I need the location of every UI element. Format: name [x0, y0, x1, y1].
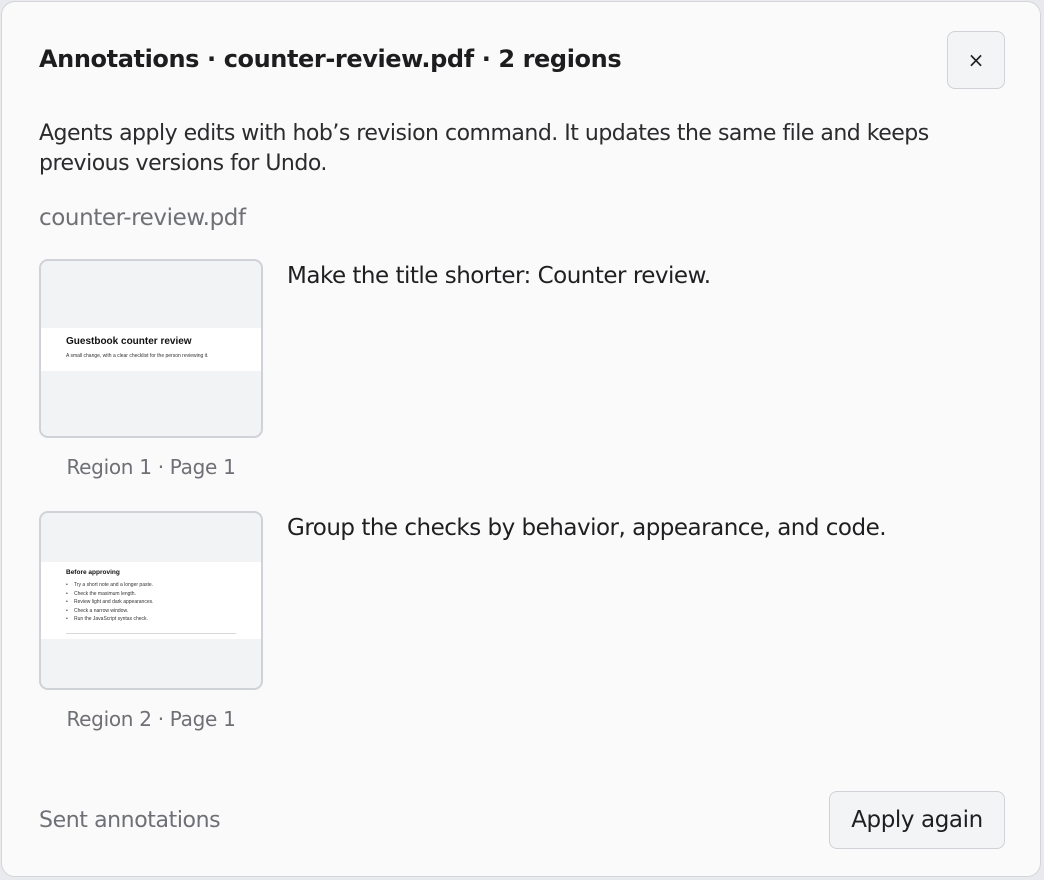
divider [66, 633, 236, 634]
close-icon: × [967, 48, 985, 72]
close-button[interactable]: × [947, 31, 1005, 89]
region-thumbnail[interactable]: Before approving Try a short note and a … [39, 511, 263, 690]
dialog-title: Annotations · counter-review.pdf · 2 reg… [39, 45, 622, 73]
region-comment: Group the checks by behavior, appearance… [287, 515, 887, 541]
checklist-item: Run the JavaScript syntax check. [66, 615, 154, 624]
region-caption: Region 1 · Page 1 [66, 455, 236, 479]
thumbnail-checklist: Try a short note and a longer paste. Che… [66, 581, 154, 624]
dialog-description: Agents apply edits with hob’s revision c… [39, 121, 929, 176]
checklist-item: Check a narrow window. [66, 607, 154, 616]
checklist-item: Review light and dark appearances. [66, 598, 154, 607]
checklist-item: Check the maximum length. [66, 590, 154, 599]
thumbnail-heading: Before approving [66, 569, 120, 576]
region-comment: Make the title shorter: Counter review. [287, 263, 711, 289]
page-excerpt: Guestbook counter review A small change,… [41, 328, 261, 371]
annotations-dialog: Annotations · counter-review.pdf · 2 reg… [1, 1, 1041, 877]
page-excerpt: Before approving Try a short note and a … [41, 562, 261, 639]
apply-again-button[interactable]: Apply again [829, 791, 1005, 849]
checklist-item: Try a short note and a longer paste. [66, 581, 154, 590]
thumbnail-text: A small change, with a clear checklist f… [66, 353, 209, 359]
status-text: Sent annotations [39, 808, 221, 833]
region-caption: Region 2 · Page 1 [66, 707, 236, 731]
thumbnail-heading: Guestbook counter review [66, 336, 192, 347]
file-name: counter-review.pdf [39, 205, 246, 231]
region-thumbnail[interactable]: Guestbook counter review A small change,… [39, 259, 263, 438]
